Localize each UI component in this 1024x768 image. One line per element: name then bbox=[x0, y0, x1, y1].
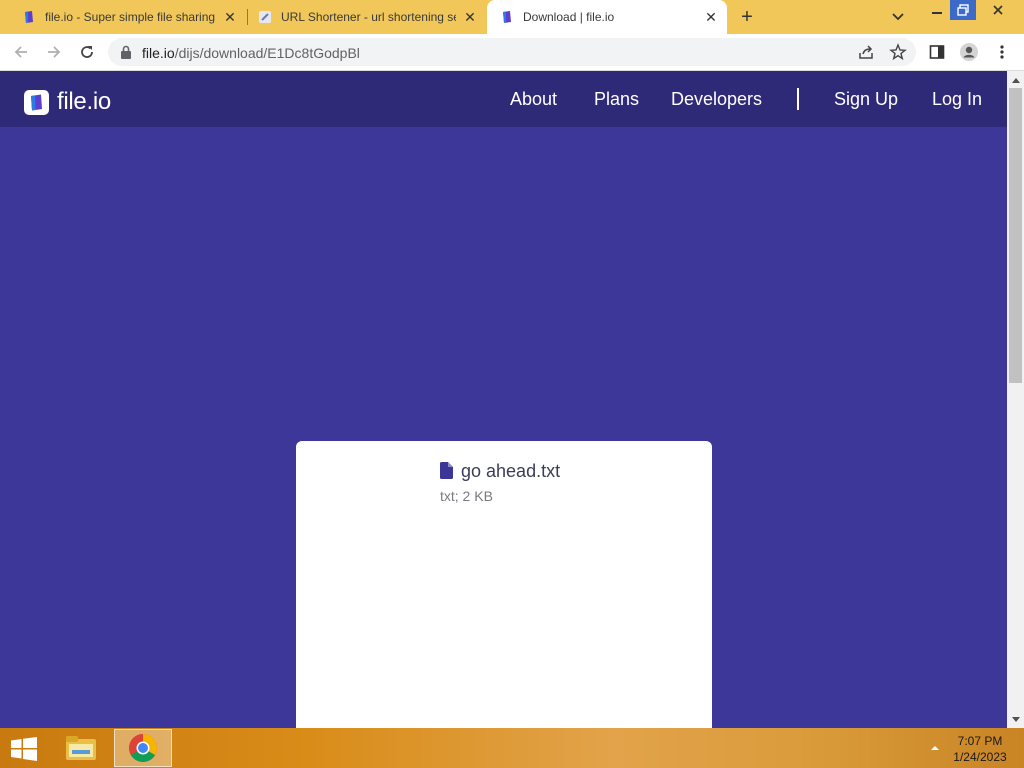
chrome-icon bbox=[129, 734, 157, 762]
url-path: /dijs/download/E1Dc8tGodpBl bbox=[174, 45, 360, 61]
new-tab-button[interactable]: + bbox=[737, 7, 757, 27]
nav-about-link[interactable]: About bbox=[510, 89, 557, 110]
screen: file.io - Super simple file sharing ✕ UR… bbox=[0, 0, 1024, 768]
tab-file-io-home[interactable]: file.io - Super simple file sharing ✕ bbox=[0, 0, 246, 34]
scroll-down-button[interactable] bbox=[1007, 711, 1024, 728]
site-logo[interactable]: file.io bbox=[24, 88, 111, 116]
nav-divider bbox=[797, 88, 799, 110]
scroll-down-arrow-icon bbox=[1011, 716, 1020, 722]
tab-url-shortener[interactable]: URL Shortener - url shortening service ✕ bbox=[248, 0, 486, 34]
taskbar-file-explorer[interactable] bbox=[52, 729, 110, 767]
side-panel-icon bbox=[929, 45, 945, 59]
windows-taskbar: 7:07 PM 1/24/2023 bbox=[0, 728, 1024, 768]
scrollbar-thumb[interactable] bbox=[1009, 88, 1022, 383]
profile-avatar-icon bbox=[960, 43, 978, 61]
nav-login-link[interactable]: Log In bbox=[932, 89, 982, 110]
file-download-card: go ahead.txt txt; 2 KB bbox=[296, 441, 712, 741]
share-icon[interactable] bbox=[857, 43, 875, 61]
forward-button[interactable] bbox=[44, 42, 64, 62]
file-icon bbox=[440, 462, 453, 479]
file-io-favicon-icon bbox=[503, 11, 511, 23]
restore-icon bbox=[957, 4, 969, 16]
nav-plans-link[interactable]: Plans bbox=[594, 89, 639, 110]
bookmark-star-icon[interactable] bbox=[889, 43, 907, 61]
browser-toolbar: file.io/dijs/download/E1Dc8tGodpBl bbox=[0, 34, 1024, 71]
link-favicon-icon bbox=[259, 11, 271, 23]
windows-start-icon[interactable] bbox=[10, 737, 38, 761]
reload-button[interactable] bbox=[77, 42, 97, 62]
tab-close-icon[interactable]: ✕ bbox=[703, 9, 719, 25]
page-scrollbar[interactable] bbox=[1007, 71, 1024, 728]
url-host: file.io bbox=[142, 45, 175, 61]
profile-button[interactable] bbox=[959, 42, 979, 62]
browser-tab-strip: file.io - Super simple file sharing ✕ UR… bbox=[0, 0, 1024, 34]
tab-title: URL Shortener - url shortening service bbox=[281, 10, 456, 24]
site-header: file.io About Plans Developers Sign Up L… bbox=[0, 71, 1007, 127]
show-hidden-icons-arrow-icon[interactable] bbox=[929, 743, 941, 753]
file-explorer-icon bbox=[66, 736, 96, 760]
logo-text: file.io bbox=[57, 88, 111, 115]
file-meta: txt; 2 KB bbox=[440, 488, 493, 504]
nav-developers-link[interactable]: Developers bbox=[671, 89, 762, 110]
side-panel-button[interactable] bbox=[927, 42, 947, 62]
scroll-up-arrow-icon bbox=[1011, 77, 1020, 83]
browser-menu-button[interactable] bbox=[992, 42, 1012, 62]
tab-search-chevron-icon[interactable] bbox=[889, 9, 907, 25]
tab-download-file-io[interactable]: Download | file.io ✕ bbox=[487, 0, 727, 34]
taskbar-clock[interactable]: 7:07 PM 1/24/2023 bbox=[948, 733, 1012, 765]
file-io-favicon-icon bbox=[25, 11, 33, 23]
clock-date: 1/24/2023 bbox=[953, 750, 1007, 764]
address-bar[interactable]: file.io/dijs/download/E1Dc8tGodpBl bbox=[108, 38, 916, 66]
window-restore-button[interactable] bbox=[950, 0, 976, 20]
reload-icon bbox=[81, 46, 93, 58]
file-io-logo-icon bbox=[24, 89, 49, 115]
tab-close-icon[interactable]: ✕ bbox=[462, 9, 478, 25]
tab-close-icon[interactable]: ✕ bbox=[222, 9, 238, 25]
close-icon bbox=[993, 5, 1003, 15]
arrow-left-icon bbox=[14, 46, 27, 58]
back-button[interactable] bbox=[11, 42, 31, 62]
taskbar-chrome[interactable] bbox=[114, 729, 172, 767]
more-vertical-icon bbox=[1000, 45, 1004, 59]
url-text: file.io/dijs/download/E1Dc8tGodpBl bbox=[142, 45, 360, 61]
clock-time: 7:07 PM bbox=[957, 734, 1003, 748]
scroll-up-button[interactable] bbox=[1007, 71, 1024, 88]
tab-title: file.io - Super simple file sharing bbox=[45, 10, 216, 24]
window-close-button[interactable] bbox=[978, 0, 1018, 20]
lock-icon[interactable] bbox=[120, 45, 132, 59]
minimize-icon bbox=[932, 12, 942, 14]
tab-title: Download | file.io bbox=[523, 10, 615, 24]
file-name[interactable]: go ahead.txt bbox=[461, 461, 560, 482]
window-minimize-button[interactable] bbox=[924, 0, 950, 20]
arrow-right-icon bbox=[48, 46, 61, 58]
nav-signup-link[interactable]: Sign Up bbox=[834, 89, 898, 110]
